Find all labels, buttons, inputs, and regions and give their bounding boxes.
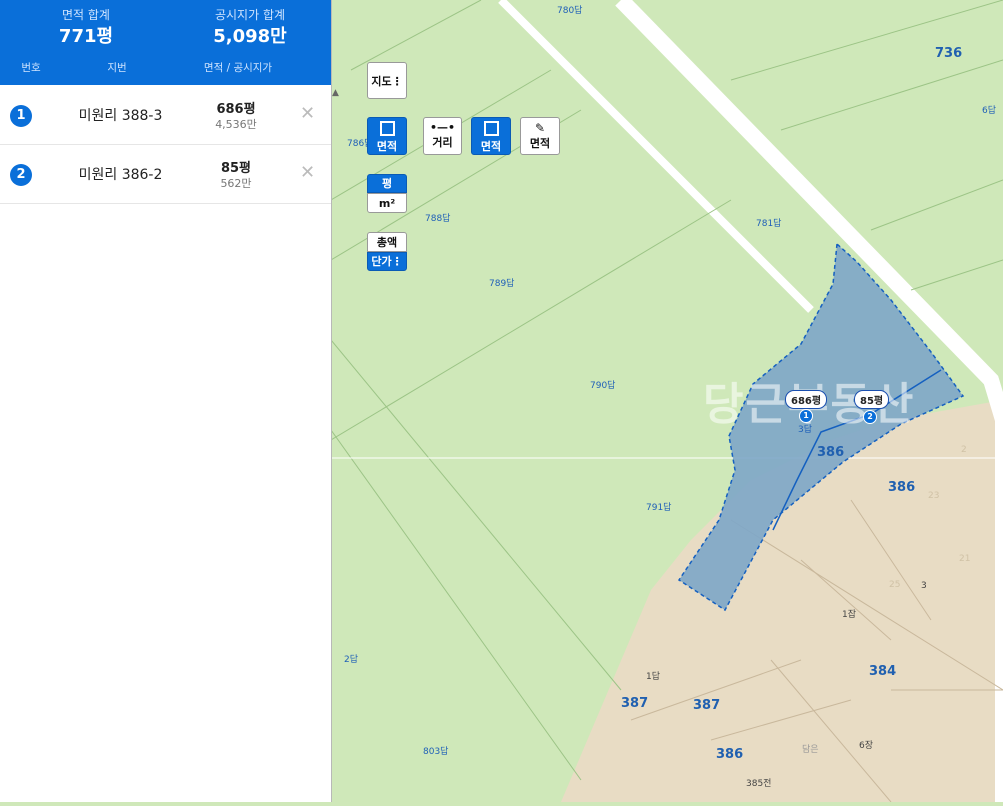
unit-m2-button[interactable]: m² [367, 193, 407, 213]
col-jibun: 지번 [107, 62, 127, 74]
unit-price-label: 단가 [371, 255, 392, 268]
parcel-row-1[interactable]: 1 미원리 388-3 686평 4,536만 ✕ [0, 86, 331, 145]
map-label: 3답 [798, 425, 813, 435]
area-measure-button[interactable]: 면적 [471, 117, 511, 155]
parcel-row-2[interactable]: 2 미원리 386-2 85평 562만 ✕ [0, 145, 331, 204]
map-label: 386 [817, 445, 845, 460]
map-label: 385전 [746, 779, 772, 789]
parcel-number-badge: 1 [10, 105, 32, 127]
parcel-price: 562만 [220, 177, 252, 190]
remove-parcel-button[interactable]: ✕ [300, 162, 315, 183]
map-label: 781답 [756, 219, 782, 229]
area-bubble-2: 85평 [854, 390, 890, 409]
map-label: 3 [921, 581, 927, 591]
area-draw-label: 면적 [529, 137, 551, 150]
parcel-pin-2[interactable]: 2 [863, 410, 877, 424]
map-label: 736 [935, 46, 963, 61]
map-label: 담은 [802, 745, 819, 755]
parcel-panel: 면적 합계 771평 공시지가 합계 5,098만 번호 지번 면적 / 공시지… [0, 0, 332, 802]
map-label: 790답 [590, 381, 616, 391]
ruler-icon: •—• [429, 121, 456, 134]
pencil-icon: ✎ [534, 121, 546, 135]
summary-header: 면적 합계 771평 공시지가 합계 5,098만 번호 지번 면적 / 공시지… [0, 0, 331, 85]
map-menu-label: 지도 [371, 75, 392, 88]
area-sum-label: 면적 합계 [62, 8, 110, 22]
map-canvas[interactable]: 당근부동산 780답 736 6답 786답 788답 781답 789답 79… [330, 0, 1003, 803]
map-label: 788답 [425, 214, 451, 224]
map-label: 386 [716, 747, 744, 762]
parcel-number-badge: 2 [10, 164, 32, 186]
area-select-icon [379, 121, 395, 136]
map-label: 1잡 [842, 610, 857, 620]
map-label: 386 [888, 480, 916, 495]
scroll-up-arrow-icon[interactable]: ▲ [332, 88, 339, 98]
map-label: 1답 [646, 672, 661, 682]
map-menu-button[interactable]: 지도⋮ [367, 62, 407, 99]
map-label: 803답 [423, 747, 449, 757]
unit-pyeong-button[interactable]: 평 [367, 174, 407, 193]
col-area-price: 면적 / 공시지가 [203, 62, 273, 74]
unit-price-button[interactable]: 단가⋮ [367, 252, 407, 271]
parcel-area: 85평 [220, 161, 252, 176]
distance-button[interactable]: •—• 거리 [423, 117, 462, 155]
area-sum-value: 771평 [58, 26, 114, 47]
map-label: 25 [889, 580, 901, 590]
parcel-area: 686평 [216, 102, 256, 117]
parcel-pin-1[interactable]: 1 [799, 409, 813, 423]
area-measure-icon [483, 121, 499, 136]
map-label: 23 [928, 491, 940, 501]
total-price-button[interactable]: 총액 [367, 232, 407, 252]
map-label: 387 [621, 696, 649, 711]
col-num: 번호 [21, 62, 41, 74]
map-label: 21 [959, 554, 971, 564]
map-label: 2 [961, 445, 967, 455]
area-measure-label: 면적 [480, 140, 502, 153]
map-label: 384 [869, 664, 897, 679]
map-label: 6답 [982, 106, 997, 116]
parcel-jibun: 미원리 386-2 [78, 167, 163, 183]
map-label: 780답 [557, 6, 583, 16]
distance-label: 거리 [432, 136, 453, 149]
remove-parcel-button[interactable]: ✕ [300, 103, 315, 124]
price-sum-value: 5,098만 [213, 26, 287, 47]
parcel-jibun: 미원리 388-3 [78, 108, 163, 124]
area-select-button[interactable]: 면적 [367, 117, 407, 155]
price-sum-label: 공시지가 합계 [214, 8, 286, 22]
map-label: 2답 [344, 655, 359, 665]
map-label: 791답 [646, 503, 672, 513]
map-label: 6장 [859, 741, 874, 751]
parcel-price: 4,536만 [215, 118, 257, 131]
area-draw-button[interactable]: ✎ 면적 [520, 117, 560, 155]
map-label: 387 [693, 698, 721, 713]
area-select-label: 면적 [376, 140, 398, 153]
area-bubble-1: 686평 [785, 390, 828, 409]
map-label: 789답 [489, 279, 515, 289]
